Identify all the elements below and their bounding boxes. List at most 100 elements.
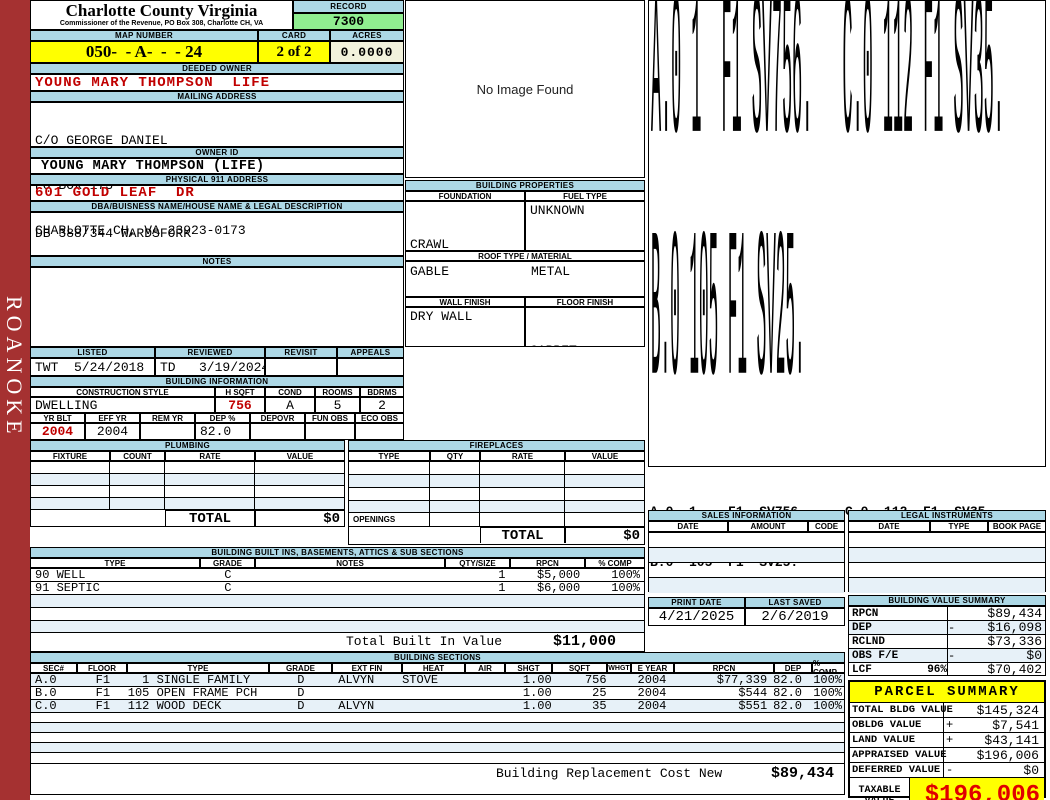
listed-label: LISTED — [30, 347, 155, 358]
empty-row — [849, 533, 1045, 548]
sketch-dimension-line-1: A.0 1 F1 SV756. C.0 112 F1 SV35. — [651, 0, 1004, 198]
sales-table — [648, 532, 845, 593]
roof-type-value: GABLE — [410, 264, 450, 279]
bs-col-grade: GRADE — [269, 663, 332, 673]
floor-finish-value: CARPET VINYL — [525, 307, 645, 347]
photo-box: No Image Found — [405, 0, 645, 178]
fireplaces-label: FIREPLACES — [348, 440, 645, 451]
acres-value: 0.0000 — [330, 41, 404, 63]
built-ins-col-comp: % COMP — [585, 558, 645, 568]
bs-col-heat: HEAT — [402, 663, 465, 673]
parcel-summary: PARCEL SUMMARY TOTAL BLDG VALUE $145,324… — [848, 680, 1046, 800]
wall-finish-label: WALL FINISH — [405, 297, 525, 307]
legal-instruments-table — [848, 532, 1046, 593]
building-properties-label: BUILDING PROPERTIES — [405, 180, 645, 191]
empty-row — [31, 608, 644, 621]
plumbing-label: PLUMBING — [30, 440, 345, 451]
sales-info-label: SALES INFORMATION — [648, 510, 845, 521]
dep-label: DEP % — [195, 413, 250, 423]
deeded-owner-value: YOUNG MARY THOMPSON LIFE — [30, 74, 404, 91]
revisit-label: REVISIT — [265, 347, 337, 358]
map-number-value: 050- - A- - - 24 — [30, 41, 258, 63]
taxable-value-label: TAXABLE — [858, 784, 901, 796]
funobs-value — [305, 423, 355, 440]
depovr-label: DEPOVR — [250, 413, 305, 423]
dba-value: DB 388/344 WARDSFORK — [35, 226, 192, 241]
map-number-label: MAP NUMBER — [30, 30, 258, 41]
last-saved-label: LAST SAVED — [745, 597, 845, 608]
appeals-value — [337, 358, 404, 376]
record-value: 7300 — [293, 13, 404, 30]
dba-label: DBA/BUISNESS NAME/HOUSE NAME & LEGAL DES… — [30, 201, 404, 212]
building-value-summary-table: RPCN $89,434 DEP - $16,098 RCLND $73,336… — [848, 606, 1046, 677]
empty-row — [31, 733, 844, 743]
empty-row — [349, 475, 644, 488]
built-ins-col-grade: GRADE — [200, 558, 255, 568]
building-section-row: C.0 F1 112 WOOD DECK D ALVYN 1.00 35 200… — [31, 699, 844, 713]
construction-style-value: DWELLING — [30, 397, 215, 413]
parcel-summary-row: OBLDG VALUE + $7,541 — [850, 718, 1044, 733]
value-summary-row: RPCN $89,434 — [849, 606, 1045, 621]
remyr-value — [140, 423, 195, 440]
taxable-value: $196,006 — [910, 778, 1044, 800]
roof-values: GABLE METAL — [405, 261, 645, 297]
floor-finish-label: FLOOR FINISH — [525, 297, 645, 307]
bs-col-comp: % COMP — [812, 659, 845, 677]
reviewed-label: REVIEWED — [155, 347, 265, 358]
fireplaces-table: OPENINGS TOTAL $0 — [348, 461, 645, 545]
bs-col-air: AIR — [465, 663, 505, 673]
listed-value: TWT 5/24/2018 — [30, 358, 155, 376]
fireplaces-total-value: $0 — [565, 527, 644, 543]
fireplaces-col-qty: QTY — [430, 451, 480, 461]
empty-row — [31, 621, 644, 633]
parcel-summary-row: TOTAL BLDG VALUE $145,324 — [850, 703, 1044, 718]
taxable-value-row: TAXABLE VALUE $196,006 — [850, 778, 1044, 800]
funobs-label: FUN OBS — [305, 413, 355, 423]
fuel-type-value: UNKNOWN — [525, 201, 645, 251]
owner-id-value: YOUNG MARY THOMPSON (LIFE) — [30, 158, 404, 174]
cond-label: COND — [265, 387, 315, 397]
sketch-box: A.0 1 F1 SV756. C.0 112 F1 SV35. B.0 105… — [648, 0, 1046, 467]
sketch-dimension-line-2: B.0 105 F1 SV25. — [651, 203, 805, 442]
building-info-label: BUILDING INFORMATION — [30, 376, 404, 387]
built-ins-total-value: $11,000 — [552, 633, 616, 650]
plumbing-col-value: VALUE — [255, 451, 345, 461]
plumbing-total-value: $0 — [255, 510, 344, 527]
fireplaces-openings-label: OPENINGS — [349, 513, 430, 526]
owner-id-label: OWNER ID — [30, 147, 404, 158]
sales-col-amount: AMOUNT — [728, 521, 808, 532]
replacement-cost-value: $89,434 — [770, 765, 834, 782]
foundation-label: FOUNDATION — [405, 191, 525, 201]
revisit-value — [265, 358, 337, 376]
physical-address-label: PHYSICAL 911 ADDRESS — [30, 174, 404, 185]
county-title-box: Charlotte County Virginia Commissioner o… — [30, 0, 293, 30]
notes-box — [30, 267, 404, 347]
depovr-value — [250, 423, 305, 440]
built-ins-col-notes: NOTES — [255, 558, 445, 568]
empty-row — [31, 595, 644, 608]
built-ins-col-rpcn: RPCN — [510, 558, 585, 568]
empty-row — [649, 548, 844, 563]
bs-col-dep: DEP — [774, 663, 812, 673]
built-ins-label: BUILDING BUILT INS, BASEMENTS, ATTICS & … — [30, 547, 645, 558]
sidebar-label: ROANOKE — [2, 296, 27, 439]
roof-label: ROOF TYPE / MATERIAL — [405, 251, 645, 261]
empty-row — [349, 462, 644, 475]
plumbing-total-label: TOTAL — [165, 510, 255, 527]
value-summary-row: DEP - $16,098 — [849, 620, 1045, 635]
parcel-summary-row: APPRAISED VALUE $196,006 — [850, 748, 1044, 763]
hsqft-value: 756 — [215, 397, 265, 413]
empty-row — [31, 713, 844, 723]
bs-col-shgt: SHGT — [505, 663, 552, 673]
yrblt-value: 2004 — [30, 423, 85, 440]
rooms-label: ROOMS — [315, 387, 360, 397]
notes-label: NOTES — [30, 256, 404, 267]
photo-placeholder-text: No Image Found — [476, 81, 574, 97]
foundation-value: CRAWL CINDER BLOCK — [405, 201, 525, 251]
record-label: RECORD — [293, 0, 404, 13]
physical-address-value: 601 GOLD LEAF DR — [30, 185, 404, 201]
legal-col-date: DATE — [848, 521, 930, 532]
empty-row — [31, 474, 344, 486]
empty-row — [31, 753, 844, 764]
bs-col-type: TYPE — [127, 663, 269, 673]
